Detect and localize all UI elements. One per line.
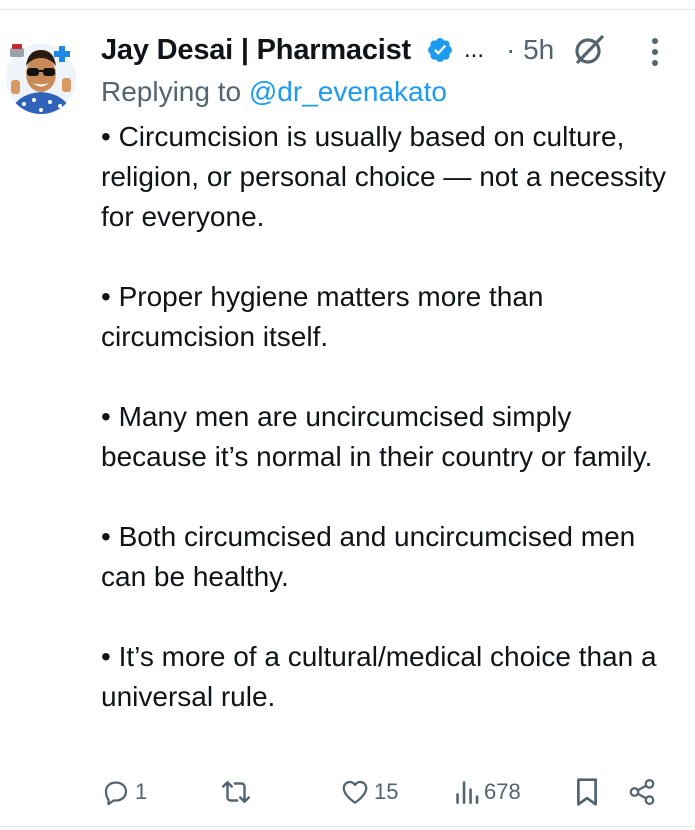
avatar[interactable] [6,34,76,116]
tweet-paragraph: • It’s more of a cultural/medical choice… [101,641,657,712]
timestamp[interactable]: · 5h [506,28,554,72]
share-icon [627,777,657,807]
retweet-icon [219,777,253,807]
tweet-header: Jay Desai | Pharmacist ... · 5h [101,28,675,72]
reply-button[interactable]: 1 [101,770,147,814]
replying-to: Replying to @dr_evenakato [101,70,447,114]
verified-badge-icon [426,36,454,64]
like-count: 15 [374,779,399,804]
bookmark-icon [573,776,601,808]
tweet-paragraph: • Proper hygiene matters more than circu… [101,281,544,352]
author-name[interactable]: Jay Desai | Pharmacist [101,28,411,72]
more-vertical-icon[interactable] [643,36,667,68]
name-overflow: ... [464,36,485,63]
bottom-divider [0,826,695,827]
tweet-text: • Circumcision is usually based on cultu… [101,117,681,717]
views-count: 678 [484,779,521,804]
tweet-paragraph: • Both circumcised and uncircumcised men… [101,521,636,592]
tweet-paragraph: • Many men are uncircumcised simply beca… [101,401,653,472]
tweet-paragraph: • Circumcision is usually based on cultu… [101,121,666,232]
share-button[interactable] [627,770,657,814]
replying-handle-link[interactable]: @dr_evenakato [249,76,447,107]
top-divider [0,9,695,10]
heart-icon [340,777,370,807]
replying-prefix: Replying to [101,76,249,107]
views-icon [454,777,480,807]
views-button[interactable]: 678 [454,770,521,814]
bookmark-button[interactable] [573,770,601,814]
action-bar: 1 15 678 [0,770,695,814]
like-button[interactable]: 15 [340,770,398,814]
grok-icon[interactable] [571,32,607,68]
reply-icon [101,777,131,807]
reply-count: 1 [135,779,148,804]
retweet-button[interactable] [219,770,253,814]
